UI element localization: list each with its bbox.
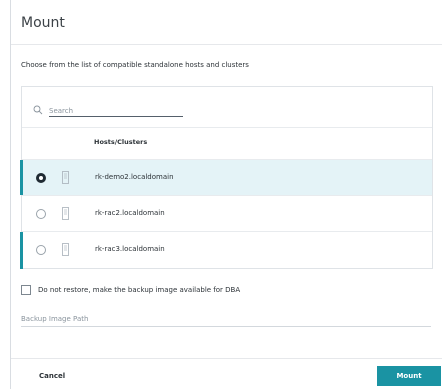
mount-button[interactable]: Mount (377, 366, 441, 386)
backup-image-path-input[interactable] (21, 311, 431, 327)
server-icon (62, 243, 69, 256)
host-name: rk-rac3.localdomain (95, 245, 165, 253)
row-indicator (20, 232, 23, 269)
mount-dialog: Mount Choose from the list of compatible… (10, 0, 442, 389)
radio-button[interactable] (36, 245, 46, 255)
header-divider (22, 127, 432, 128)
server-icon (62, 207, 69, 220)
host-row[interactable]: rk-rac2.localdomain (22, 195, 432, 231)
dba-label: Do not restore, make the backup image av… (38, 286, 241, 294)
footer-divider (11, 358, 442, 359)
search-input[interactable] (49, 105, 183, 117)
host-row[interactable]: rk-demo2.localdomain (20, 159, 432, 195)
cancel-button[interactable]: Cancel (39, 372, 65, 380)
hosts-list-panel: Hosts/Clusters rk-demo2.localdomain rk-r… (20, 86, 433, 269)
title-divider (11, 44, 442, 45)
host-row[interactable]: rk-rac3.localdomain (20, 231, 432, 269)
dba-checkbox[interactable] (21, 285, 31, 295)
host-name: rk-demo2.localdomain (95, 173, 174, 181)
search-bar (33, 105, 183, 119)
host-name: rk-rac2.localdomain (95, 209, 165, 217)
column-header-hosts: Hosts/Clusters (94, 138, 148, 146)
radio-button[interactable] (36, 173, 46, 183)
dialog-subtitle: Choose from the list of compatible stand… (21, 61, 249, 69)
search-icon (33, 105, 43, 115)
server-icon (62, 171, 69, 184)
dialog-title: Mount (21, 15, 65, 31)
radio-button[interactable] (36, 209, 46, 219)
selected-indicator (20, 160, 23, 195)
